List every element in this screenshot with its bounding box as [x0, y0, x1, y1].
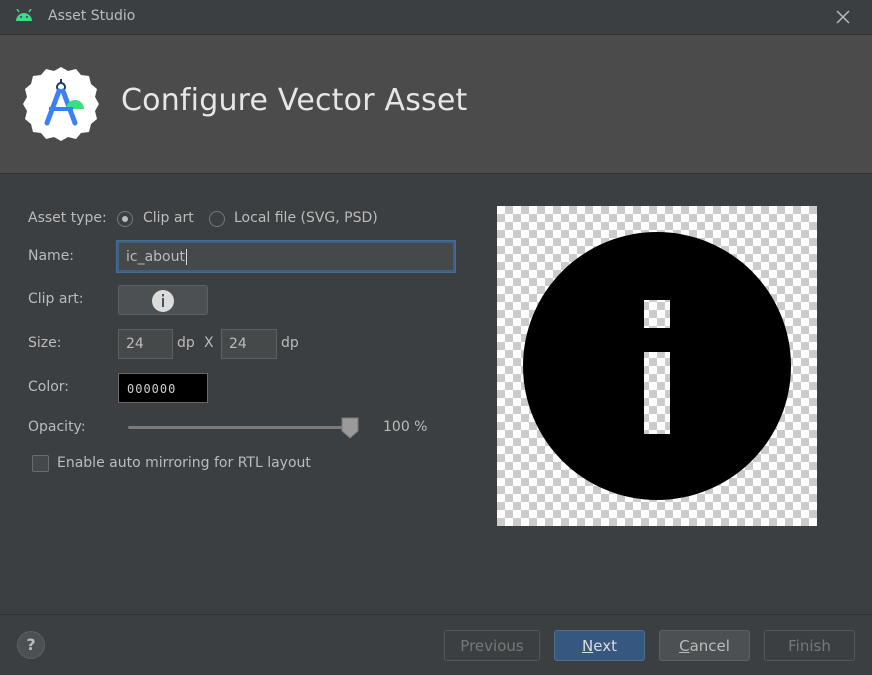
size-width-input[interactable]: 24 [118, 329, 173, 359]
name-input-value: ic_about [126, 248, 185, 265]
size-width-value: 24 [126, 336, 144, 352]
radio-local-file[interactable] [209, 211, 225, 227]
name-label: Name: [28, 248, 75, 264]
radio-local-file-label[interactable]: Local file (SVG, PSD) [234, 210, 378, 226]
radio-clip-art-label[interactable]: Clip art [143, 210, 194, 226]
info-icon [523, 232, 791, 500]
android-icon [16, 9, 32, 21]
window-title: Asset Studio [48, 8, 136, 24]
info-icon [152, 290, 174, 312]
asset-preview [497, 206, 817, 526]
size-label: Size: [28, 335, 62, 351]
color-label: Color: [28, 379, 70, 395]
cancel-button[interactable]: Cancel [659, 630, 750, 661]
page-title: Configure Vector Asset [121, 83, 468, 118]
rtl-mirroring-label[interactable]: Enable auto mirroring for RTL layout [57, 455, 311, 471]
previous-button-label: Previous [460, 636, 524, 655]
next-button[interactable]: Next [554, 630, 645, 661]
radio-clip-art[interactable] [117, 211, 133, 227]
clip-art-button[interactable] [118, 285, 208, 315]
opacity-slider-track[interactable] [128, 426, 350, 429]
size-height-unit: dp [281, 335, 299, 351]
color-value: 000000 [127, 382, 177, 396]
rtl-mirroring-checkbox[interactable] [32, 455, 49, 472]
size-separator: X [204, 335, 214, 351]
text-caret [185, 248, 187, 265]
clip-art-label: Clip art: [28, 291, 84, 307]
size-height-input[interactable]: 24 [221, 329, 277, 359]
previous-button[interactable]: Previous [444, 630, 540, 661]
finish-button-label: Finish [788, 636, 831, 655]
size-width-unit: dp [177, 335, 195, 351]
android-studio-logo [23, 67, 99, 141]
cancel-mnemonic: C [679, 636, 690, 655]
opacity-value: 100 % [383, 419, 428, 435]
opacity-slider-thumb[interactable] [341, 417, 359, 439]
opacity-label: Opacity: [28, 419, 86, 435]
size-height-value: 24 [229, 336, 247, 352]
asset-type-label: Asset type: [28, 210, 107, 226]
color-picker[interactable]: 000000 [118, 373, 208, 403]
close-icon[interactable] [832, 6, 854, 28]
help-button[interactable]: ? [17, 631, 45, 659]
cancel-button-label: ancel [689, 636, 730, 655]
next-mnemonic: N [582, 636, 594, 655]
next-button-label: ext [593, 636, 617, 655]
title-bar: Asset Studio [0, 0, 872, 34]
wizard-header: Configure Vector Asset [0, 34, 872, 174]
name-input[interactable]: ic_about [117, 241, 455, 272]
finish-button[interactable]: Finish [764, 630, 855, 661]
